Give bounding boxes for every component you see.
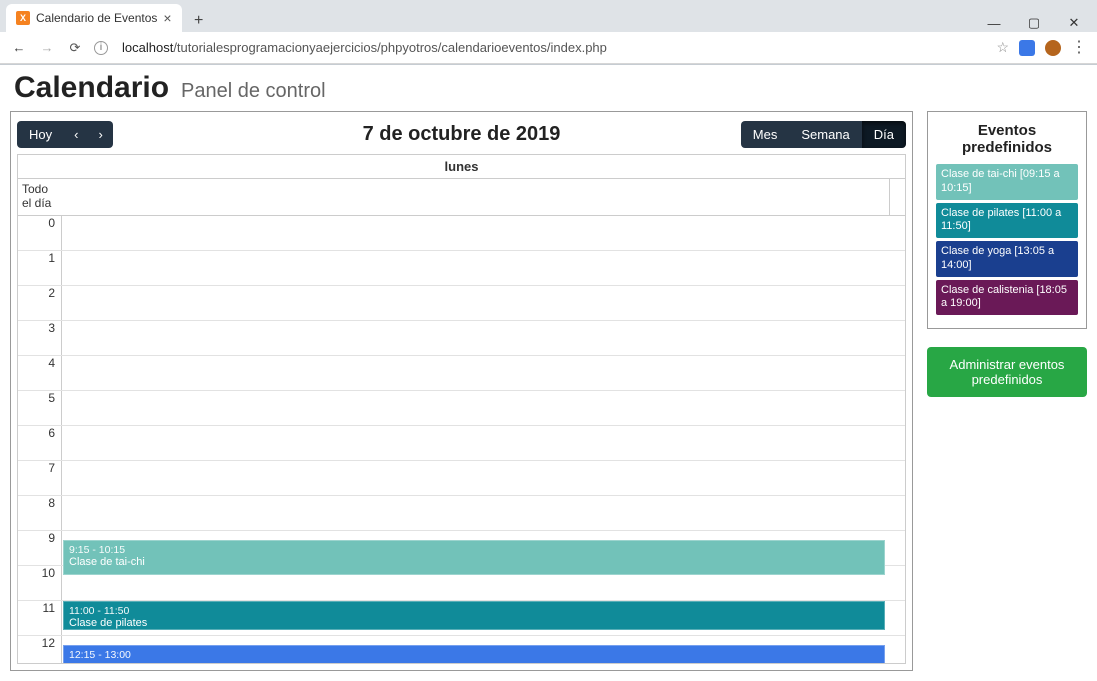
close-window-icon[interactable]: ✕ — [1065, 14, 1083, 32]
event-title: Clase de tai-chi — [69, 556, 879, 568]
hour-label: 0 — [18, 216, 62, 250]
event-time: 9:15 - 10:15 — [69, 544, 879, 556]
view-button-group: Mes Semana Día — [741, 121, 906, 148]
profile-avatar-icon[interactable] — [1045, 40, 1061, 56]
favicon-icon: X — [16, 11, 30, 25]
month-view-button[interactable]: Mes — [741, 121, 790, 148]
event-title: Clase de pilates — [69, 617, 879, 629]
hour-label: 4 — [18, 356, 62, 390]
prev-button[interactable]: ‹ — [64, 121, 88, 148]
hour-label: 11 — [18, 601, 62, 635]
hour-label: 7 — [18, 461, 62, 495]
admin-events-button[interactable]: Administrar eventos predefinidos — [927, 347, 1087, 397]
extension-icon[interactable] — [1019, 40, 1035, 56]
tab-close-icon[interactable]: × — [163, 10, 171, 26]
calendar-panel: Hoy ‹ › 7 de octubre de 2019 Mes Semana … — [10, 111, 913, 671]
calendar-event[interactable]: 9:15 - 10:15Clase de tai-chi — [63, 540, 885, 575]
preset-event-item[interactable]: Clase de tai-chi [09:15 a 10:15] — [936, 164, 1078, 200]
tab-title: Calendario de Eventos — [36, 11, 157, 25]
page-heading: Calendario Panel de control — [10, 71, 1087, 105]
week-view-button[interactable]: Semana — [789, 121, 861, 148]
hour-label: 12 — [18, 636, 62, 663]
preset-events-list: Clase de tai-chi [09:15 a 10:15]Clase de… — [936, 164, 1078, 315]
hour-label: 1 — [18, 251, 62, 285]
event-time: 12:15 - 13:00 — [69, 649, 879, 661]
day-view-button[interactable]: Día — [862, 121, 906, 148]
calendar-grid[interactable]: 012345678910111213141516171819202122239:… — [18, 216, 905, 663]
preset-events-title: Eventos predefinidos — [936, 122, 1078, 156]
hour-label: 6 — [18, 426, 62, 460]
hour-label: 9 — [18, 531, 62, 565]
allday-row: Todo el día — [18, 179, 905, 216]
calendar-toolbar: Hoy ‹ › 7 de octubre de 2019 Mes Semana … — [17, 118, 906, 150]
browser-tab[interactable]: X Calendario de Eventos × — [6, 4, 182, 32]
bookmark-star-icon[interactable]: ☆ — [996, 39, 1009, 56]
nav-button-group: Hoy ‹ › — [17, 121, 113, 148]
page-title: Calendario — [14, 71, 169, 105]
allday-label: Todo el día — [18, 179, 62, 215]
new-tab-button[interactable]: + — [188, 10, 210, 32]
window-controls: — ▢ ✕ — [985, 8, 1097, 32]
preset-event-item[interactable]: Clase de pilates [11:00 a 11:50] — [936, 203, 1078, 239]
maximize-icon[interactable]: ▢ — [1025, 14, 1043, 32]
today-button[interactable]: Hoy — [17, 121, 64, 148]
events-layer: 9:15 - 10:15Clase de tai-chi 11:00 - 11:5… — [63, 216, 905, 663]
calendar-event[interactable]: 12:15 - 13:00 — [63, 645, 885, 663]
browser-chrome: X Calendario de Eventos × + — ▢ ✕ ← → ⟳ … — [0, 0, 1097, 65]
url-host: localhost — [122, 40, 173, 55]
page-subtitle: Panel de control — [181, 80, 326, 103]
hour-label: 8 — [18, 496, 62, 530]
scroll-gutter — [889, 179, 905, 215]
preset-events-panel: Eventos predefinidos Clase de tai-chi [0… — [927, 111, 1087, 329]
next-button[interactable]: › — [88, 121, 112, 148]
nav-back-icon[interactable]: ← — [10, 39, 28, 57]
preset-event-item[interactable]: Clase de yoga [13:05 a 14:00] — [936, 241, 1078, 277]
site-info-icon[interactable]: i — [94, 41, 108, 55]
calendar-body: lunes Todo el día 0123456789101112131415… — [17, 154, 906, 664]
calendar-event[interactable]: 11:00 - 11:50Clase de pilates — [63, 601, 885, 630]
hour-label: 10 — [18, 566, 62, 600]
nav-forward-icon: → — [38, 39, 56, 57]
day-column-header: lunes — [18, 155, 905, 179]
address-bar: ← → ⟳ i localhost/tutorialesprogramacion… — [0, 32, 1097, 64]
minimize-icon[interactable]: — — [985, 14, 1003, 32]
url-field[interactable]: localhost/tutorialesprogramacionyaejerci… — [118, 37, 986, 58]
tab-strip: X Calendario de Eventos × + — ▢ ✕ — [0, 0, 1097, 32]
allday-slot[interactable] — [62, 179, 889, 215]
hour-label: 5 — [18, 391, 62, 425]
reload-icon[interactable]: ⟳ — [66, 39, 84, 57]
url-path: /tutorialesprogramacionyaejercicios/phpy… — [173, 40, 607, 55]
hour-label: 3 — [18, 321, 62, 355]
preset-event-item[interactable]: Clase de calistenia [18:05 a 19:00] — [936, 280, 1078, 316]
event-time: 11:00 - 11:50 — [69, 605, 879, 617]
browser-menu-icon[interactable]: ⋮ — [1071, 43, 1087, 53]
hour-label: 2 — [18, 286, 62, 320]
